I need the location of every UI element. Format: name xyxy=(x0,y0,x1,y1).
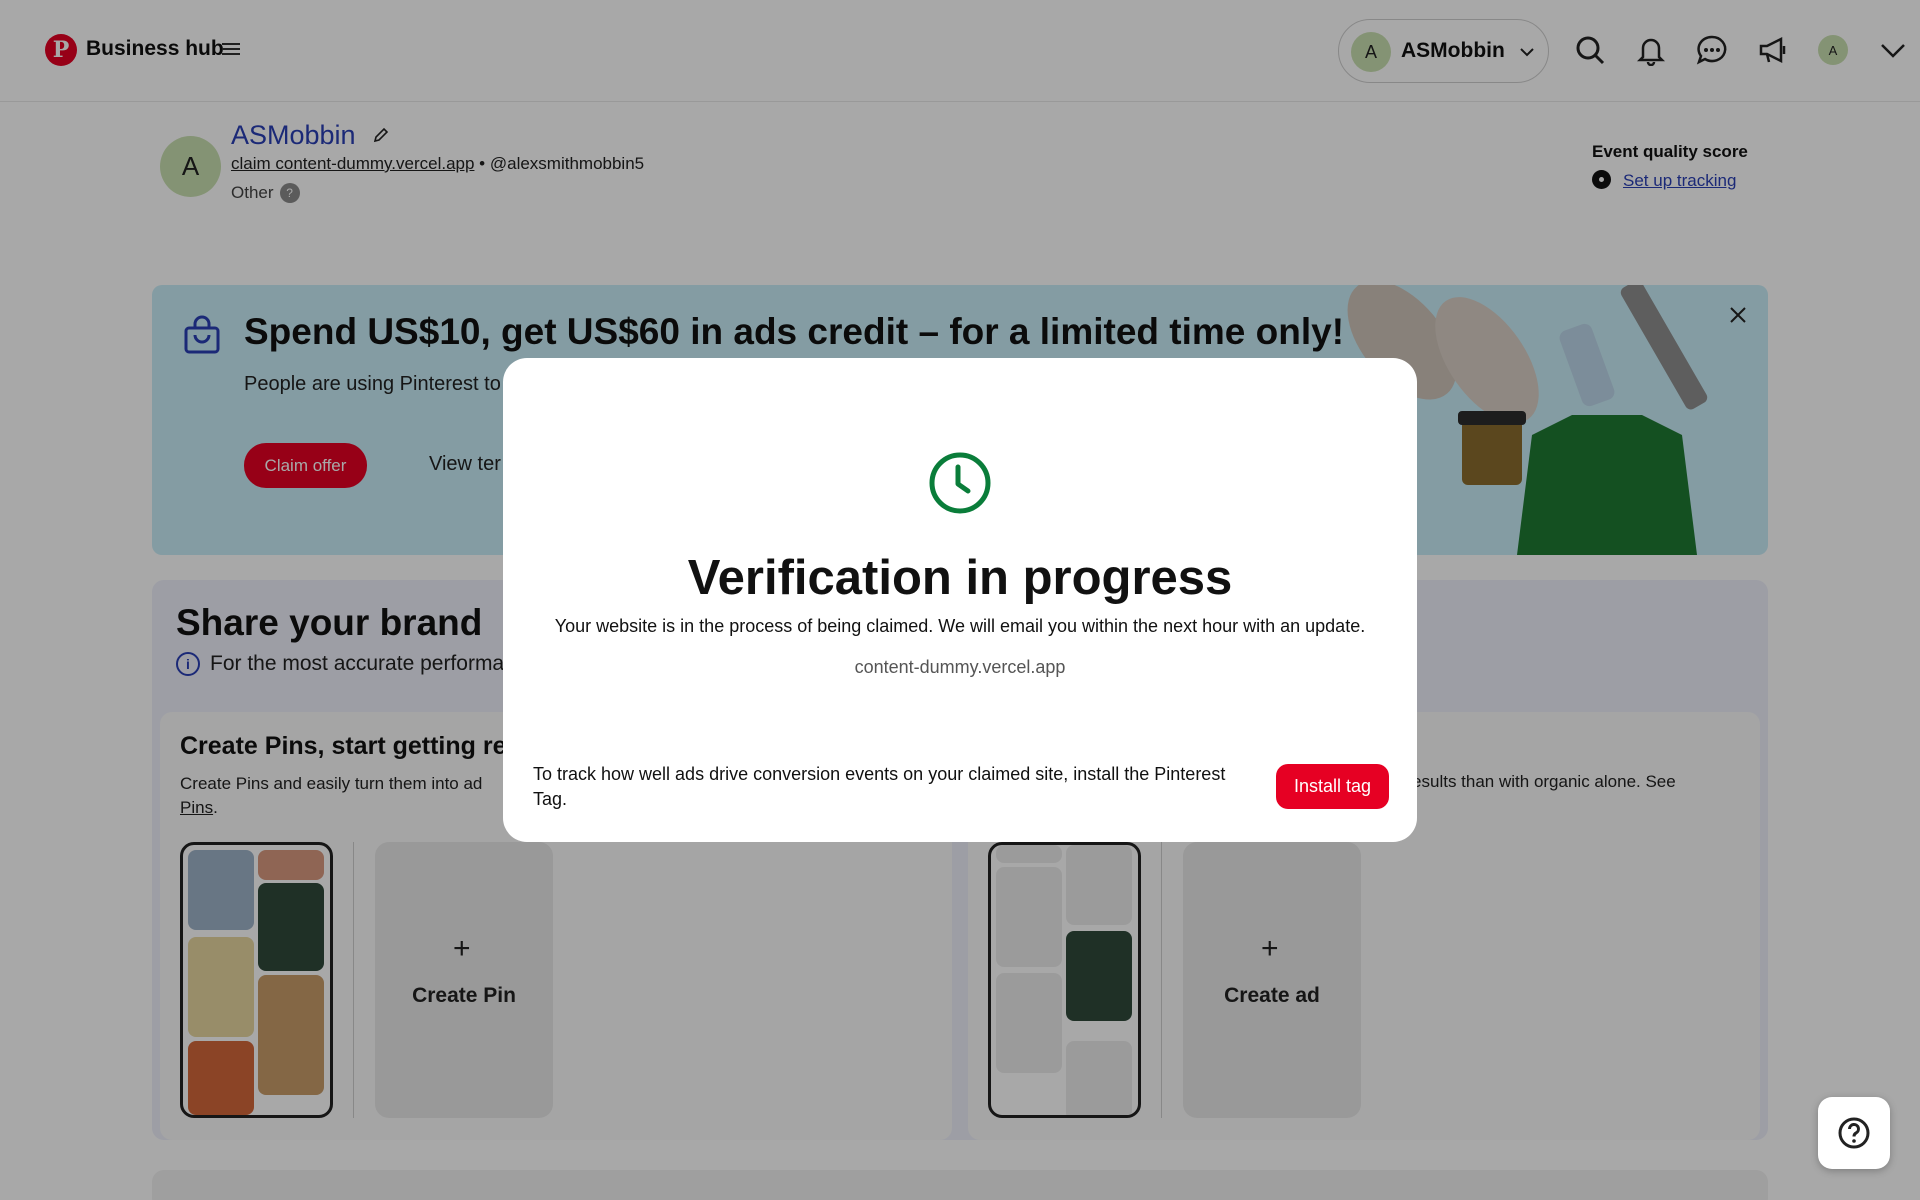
clock-icon xyxy=(929,452,991,514)
help-button[interactable] xyxy=(1818,1097,1890,1169)
modal-body: Your website is in the process of being … xyxy=(554,616,1366,636)
question-icon xyxy=(1838,1117,1870,1149)
claimed-url: content-dummy.vercel.app xyxy=(854,657,1066,677)
modal-footer-text: To track how well ads drive conversion e… xyxy=(533,764,1226,809)
verification-modal: Verification in progress Your website is… xyxy=(503,358,1417,842)
modal-title: Verification in progress xyxy=(687,551,1233,605)
install-tag-button[interactable]: Install tag xyxy=(1276,764,1389,809)
